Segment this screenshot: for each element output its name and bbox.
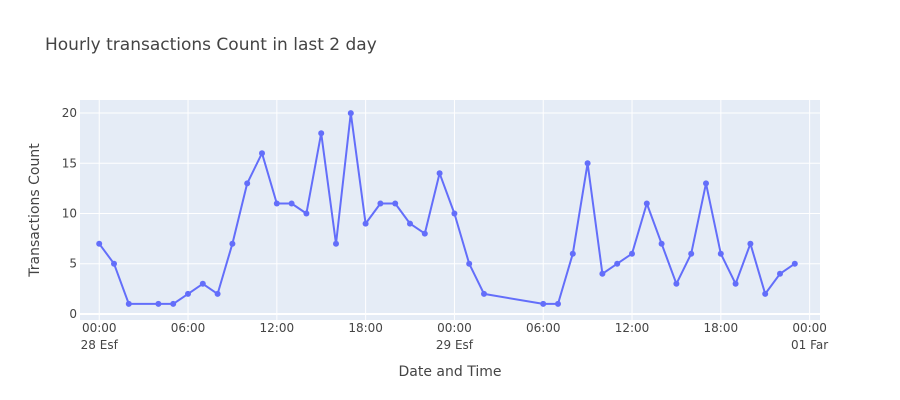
x-tick-date: 01 Far (791, 338, 828, 352)
data-point (111, 260, 117, 267)
y-tick-label: 15 (62, 156, 77, 170)
data-point (569, 250, 576, 257)
x-tick-time: 18:00 (704, 321, 739, 335)
data-point (421, 230, 428, 237)
y-tick-labels: 0 5 10 15 20 (62, 106, 77, 321)
x-tick-time: 12:00 (260, 321, 295, 335)
y-tick-label: 5 (69, 257, 77, 271)
data-point (747, 240, 754, 247)
data-point (762, 290, 769, 297)
data-point (229, 240, 236, 247)
data-point (125, 300, 132, 307)
data-point (170, 300, 177, 307)
x-tick-time: 06:00 (171, 321, 206, 335)
y-axis-title: Transactions Count (27, 143, 43, 278)
data-point (377, 200, 384, 207)
data-point (599, 270, 606, 277)
data-point (214, 290, 221, 297)
data-point (673, 280, 680, 287)
data-point (185, 290, 191, 297)
data-point (392, 200, 399, 207)
x-tick-time: 00:00 (792, 321, 827, 335)
y-tick-label: 0 (69, 307, 77, 321)
data-point (791, 260, 798, 267)
data-point (481, 290, 487, 297)
data-point (732, 280, 739, 287)
x-tick-date: 28 Esf (81, 338, 119, 352)
data-point (703, 180, 709, 187)
data-point (629, 250, 635, 257)
data-point (540, 300, 547, 307)
data-point (273, 200, 280, 207)
y-tick-label: 20 (62, 106, 77, 120)
data-point (451, 210, 458, 217)
x-tick-date: 29 Esf (436, 338, 474, 352)
x-tick-time: 18:00 (348, 321, 383, 335)
data-point (466, 260, 473, 267)
line-chart: Hourly transactions Count in last 2 day … (27, 35, 829, 380)
data-point (688, 250, 695, 257)
data-point (288, 200, 295, 207)
data-point (407, 220, 413, 227)
data-point (347, 110, 354, 117)
x-tick-time: 06:00 (526, 321, 561, 335)
data-point (717, 250, 724, 257)
x-tick-labels: 00:00 28 Esf 06:00 12:00 18:00 00:00 29 Esf 06:… (81, 321, 829, 352)
plot-area (80, 100, 820, 320)
data-point (777, 270, 783, 277)
data-point (658, 240, 665, 247)
data-point (643, 200, 650, 207)
data-point (614, 260, 621, 267)
data-point (436, 170, 443, 177)
data-point (303, 210, 310, 217)
x-tick-time: 12:00 (615, 321, 650, 335)
data-point (155, 300, 162, 307)
data-point (244, 180, 251, 187)
data-point (555, 300, 561, 307)
data-point (96, 240, 103, 247)
x-tick-time: 00:00 (82, 321, 117, 335)
chart-title: Hourly transactions Count in last 2 day (45, 35, 377, 55)
data-point (584, 160, 591, 167)
x-axis-title: Date and Time (399, 364, 502, 380)
x-tick-time: 00:00 (437, 321, 472, 335)
y-tick-label: 10 (62, 207, 77, 221)
data-point (259, 150, 265, 157)
data-point (362, 220, 369, 227)
data-point (318, 130, 325, 137)
data-point (333, 240, 339, 247)
data-point (199, 280, 206, 287)
